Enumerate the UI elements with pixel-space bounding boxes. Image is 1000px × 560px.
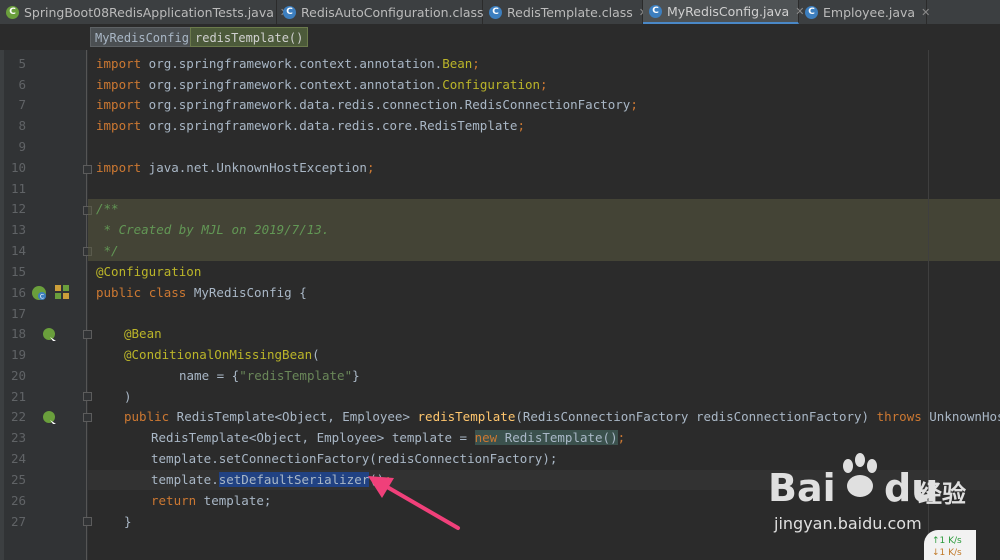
code-line-8: import org.springframework.data.redis.co… <box>96 118 525 133</box>
tab-springboot08-tests[interactable]: C SpringBoot08RedisApplicationTests.java… <box>0 0 289 24</box>
class-icon: C <box>283 5 296 19</box>
line-number: 19 <box>10 347 26 362</box>
line-number: 11 <box>10 181 26 196</box>
line-number: 13 <box>10 222 26 237</box>
tab-label: RedisTemplate.class <box>507 4 633 20</box>
breadcrumb-method[interactable]: redisTemplate() <box>190 27 309 47</box>
watermark-url: jingyan.baidu.com <box>774 514 922 533</box>
spring-bean-navigate-icon[interactable] <box>42 410 58 426</box>
line-number: 22 <box>10 409 26 424</box>
line-number: 16 <box>10 285 26 300</box>
breadcrumb: MyRedisConfig redisTemplate() <box>0 24 1000 50</box>
line-number: 21 <box>10 389 26 404</box>
line-number: 17 <box>10 306 26 321</box>
line-number: 14 <box>10 243 26 258</box>
code-line-26: return template; <box>151 493 272 508</box>
breadcrumb-class[interactable]: MyRedisConfig <box>90 27 194 47</box>
line-number: 5 <box>18 56 26 71</box>
code-line-14: */ <box>96 243 119 258</box>
tab-label: Employee.java <box>823 4 916 20</box>
class-icon: C <box>649 4 662 18</box>
line-number: 10 <box>10 160 26 175</box>
tab-redis-auto-configuration[interactable]: C RedisAutoConfiguration.class ✕ <box>277 0 499 24</box>
line-number: 18 <box>10 326 26 341</box>
spring-class-icon: C <box>6 5 19 19</box>
code-line-15: @Configuration <box>96 264 202 279</box>
class-icon: C <box>805 5 818 19</box>
line-number: 15 <box>10 264 26 279</box>
svg-text:C: C <box>40 294 44 301</box>
code-line-21: ) <box>124 389 132 404</box>
network-speed-widget: ↑1 K/s ↓1 K/s <box>924 530 976 560</box>
annotation-arrow-icon <box>368 476 460 530</box>
line-number: 20 <box>10 368 26 383</box>
code-line-25: template.setDefaultSerializer(); <box>151 472 392 487</box>
spring-bean-icon[interactable]: C <box>31 285 47 301</box>
tab-my-redis-config[interactable]: C MyRedisConfig.java ✕ <box>643 0 804 24</box>
line-number: 25 <box>10 472 26 487</box>
line-number: 8 <box>18 118 26 133</box>
line-number: 6 <box>18 77 26 92</box>
line-number: 7 <box>18 97 26 112</box>
code-line-12: /** <box>96 201 119 216</box>
tab-label: RedisAutoConfiguration.class <box>301 4 484 20</box>
baidu-watermark: Bai du 经验 jingyan.baidu.com <box>768 448 968 538</box>
line-number: 27 <box>10 514 26 529</box>
code-line-18: @Bean <box>124 326 162 341</box>
gutter-divider <box>86 50 87 560</box>
tab-employee[interactable]: C Employee.java ✕ <box>799 0 930 24</box>
code-line-6: import org.springframework.context.annot… <box>96 77 548 92</box>
code-line-16: public class MyRedisConfig { <box>96 285 307 300</box>
editor-tab-bar: C SpringBoot08RedisApplicationTests.java… <box>0 0 1000 25</box>
tab-label: SpringBoot08RedisApplicationTests.java <box>24 4 274 20</box>
baidu-paw-icon <box>843 453 877 497</box>
code-line-23: RedisTemplate<Object, Employee> template… <box>151 430 626 445</box>
tab-redis-template[interactable]: C RedisTemplate.class ✕ <box>483 0 648 24</box>
class-icon: C <box>489 5 502 19</box>
download-speed: ↓1 K/s <box>932 548 962 558</box>
tab-label: MyRedisConfig.java <box>667 3 790 19</box>
close-icon[interactable]: ✕ <box>921 6 930 19</box>
line-number: 24 <box>10 451 26 466</box>
watermark-brand: Bai <box>768 466 836 510</box>
selected-method-name[interactable]: setDefaultSerializer <box>218 472 370 487</box>
code-line-7: import org.springframework.data.redis.co… <box>96 97 638 112</box>
editor-gutter: 5 6 7 8 9 10 11 12 13 14 15 16 17 18 19 … <box>4 50 113 560</box>
line-number: 12 <box>10 201 26 216</box>
code-line-20: name = {"redisTemplate"} <box>179 368 360 383</box>
code-line-19: @ConditionalOnMissingBean( <box>124 347 320 362</box>
code-line-5: import org.springframework.context.annot… <box>96 56 480 71</box>
line-number: 9 <box>18 139 26 154</box>
line-number: 23 <box>10 430 26 445</box>
code-line-13: * Created by MJL on 2019/7/13. <box>96 222 330 237</box>
code-line-24: template.setConnectionFactory(redisConne… <box>151 451 558 466</box>
watermark-product: 经验 <box>918 480 966 508</box>
code-line-27: } <box>124 514 132 529</box>
code-line-10: import java.net.UnknownHostException; <box>96 160 375 175</box>
spring-bean-navigate-icon[interactable] <box>42 327 58 343</box>
spring-config-icon[interactable] <box>54 284 70 300</box>
line-number: 26 <box>10 493 26 508</box>
upload-speed: ↑1 K/s <box>932 536 962 546</box>
code-line-22: public RedisTemplate<Object, Employee> r… <box>124 409 1000 424</box>
